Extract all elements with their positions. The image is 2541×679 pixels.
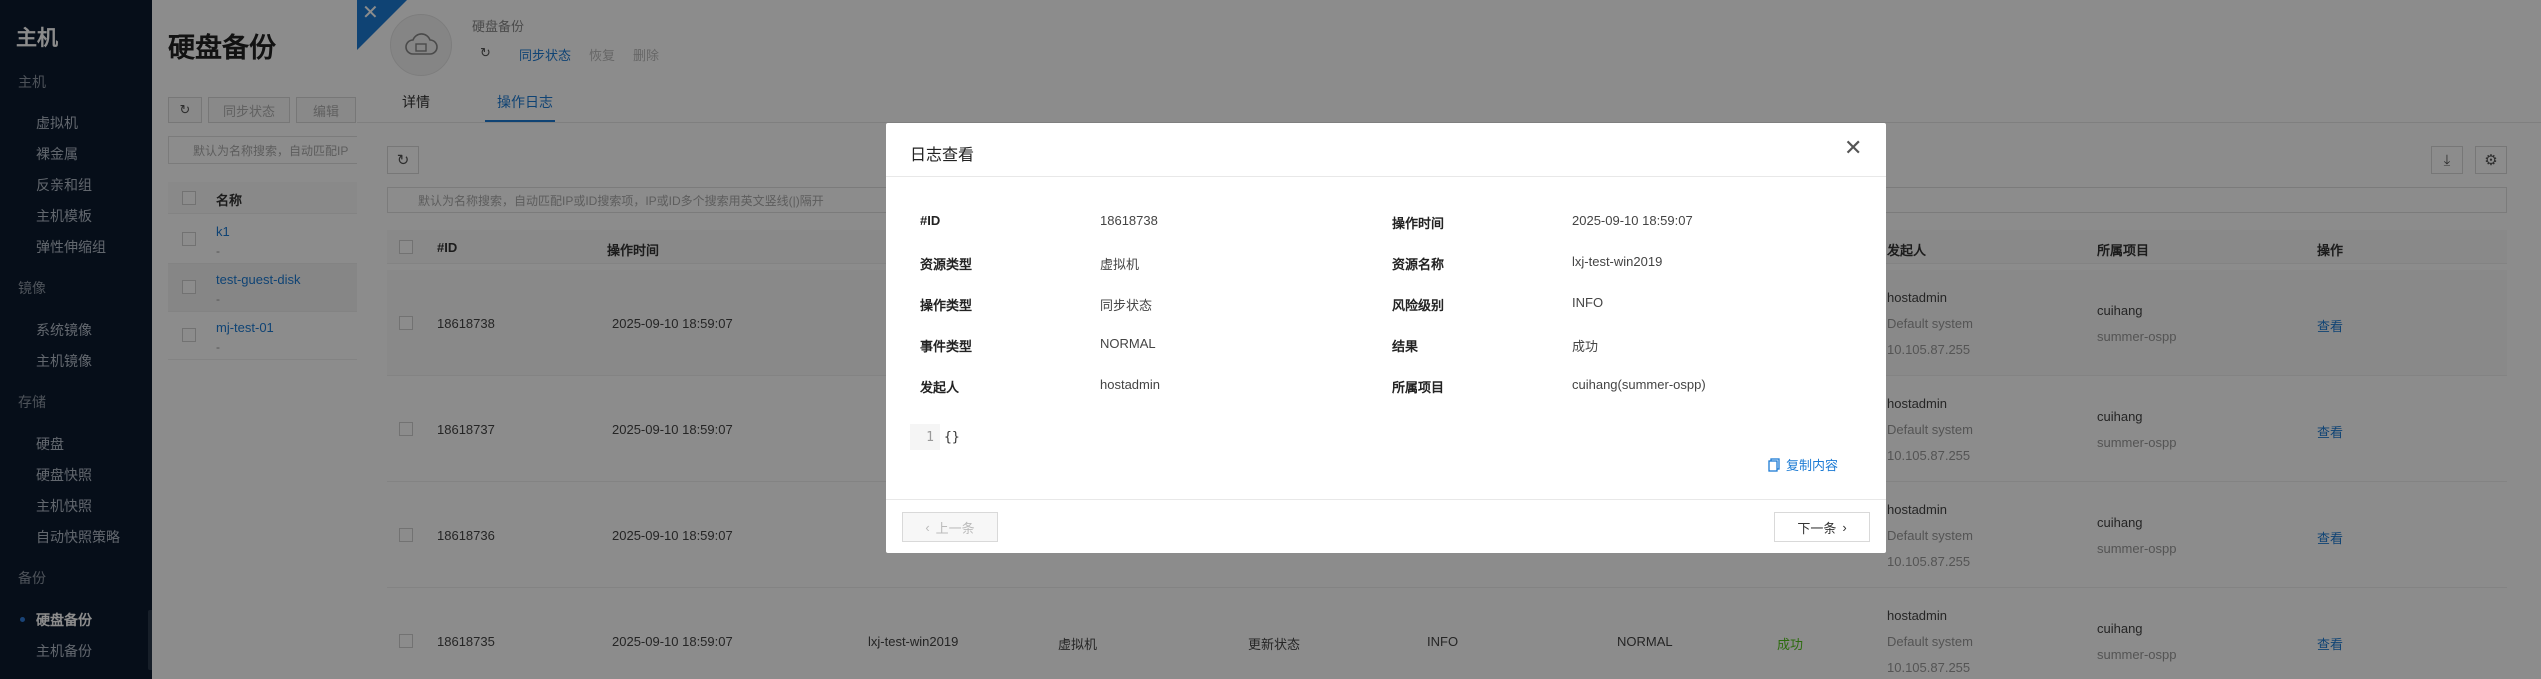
prev-label: 上一条: [935, 520, 975, 536]
field-op-type-label: 操作类型: [920, 298, 973, 313]
field-resource-name-label: 资源名称: [1392, 257, 1445, 272]
field-event-type-label: 事件类型: [920, 339, 973, 354]
field-risk-value: INFO: [1572, 295, 1604, 310]
chevron-left-icon: ‹: [925, 519, 930, 535]
chevron-right-icon: ›: [1842, 519, 1847, 535]
field-initiator-label: 发起人: [920, 380, 960, 395]
field-event-type-value: NORMAL: [1100, 336, 1156, 351]
field-time-value: 2025-09-10 18:59:07: [1572, 213, 1693, 228]
modal-header: 日志查看 ✕: [886, 123, 1886, 177]
modal-title: 日志查看: [910, 147, 975, 164]
modal-footer-divider: [886, 499, 1886, 500]
field-project-value: cuihang(summer-ospp): [1572, 377, 1706, 392]
field-resource-type-label: 资源类型: [920, 257, 973, 272]
code-text: {}: [944, 429, 960, 445]
copy-label: 复制内容: [1786, 458, 1839, 473]
field-project-label: 所属项目: [1392, 380, 1445, 395]
close-icon[interactable]: ✕: [1844, 137, 1862, 159]
copy-content-button[interactable]: 复制内容: [1768, 455, 1838, 474]
field-result-value: 成功: [1572, 339, 1599, 354]
field-risk-label: 风险级别: [1392, 298, 1445, 313]
log-view-modal: 日志查看 ✕ #ID 18618738 操作时间 2025-09-10 18:5…: [886, 123, 1886, 553]
log-content-viewer[interactable]: 1 {}: [910, 424, 960, 450]
field-time-label: 操作时间: [1392, 216, 1445, 231]
field-resource-name-value: lxj-test-win2019: [1572, 254, 1663, 269]
field-initiator-value: hostadmin: [1100, 377, 1160, 392]
field-resource-type-value: 虚拟机: [1100, 257, 1140, 272]
next-button[interactable]: 下一条 ›: [1774, 512, 1870, 542]
next-label: 下一条: [1797, 520, 1837, 536]
field-id-label: #ID: [920, 213, 941, 228]
field-op-type-value: 同步状态: [1100, 298, 1153, 313]
field-id-value: 18618738: [1100, 213, 1158, 228]
code-line-number: 1: [910, 424, 940, 450]
field-result-label: 结果: [1392, 339, 1419, 354]
copy-icon: [1768, 457, 1780, 472]
prev-button[interactable]: ‹ 上一条: [902, 512, 998, 542]
